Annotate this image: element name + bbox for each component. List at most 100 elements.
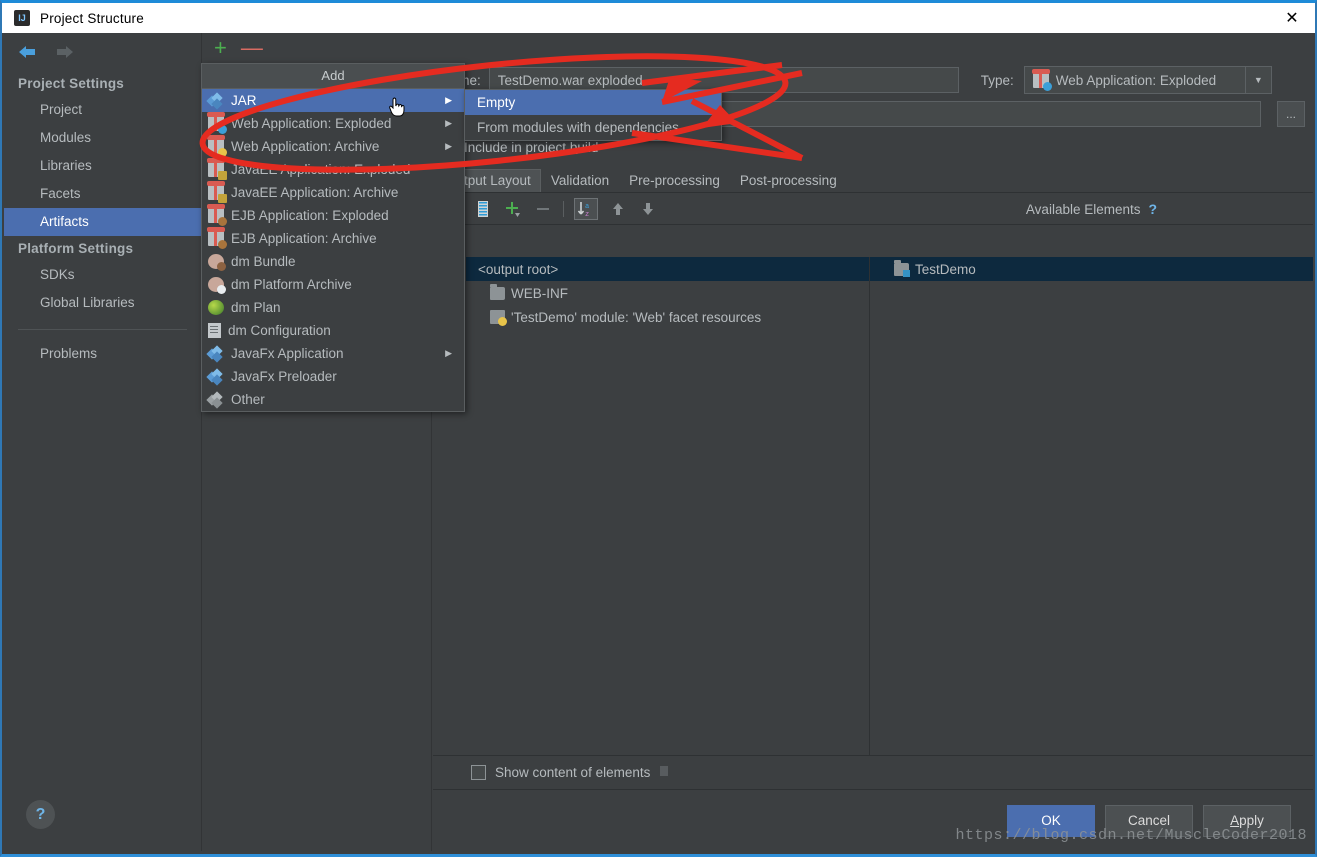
menu-item-label: Web Application: Archive: [231, 139, 379, 154]
idea-icon: IJ: [14, 10, 30, 26]
available-elements-title: Available Elements: [1026, 202, 1141, 217]
close-icon[interactable]: ✕: [1269, 3, 1315, 33]
output-layout-tree[interactable]: <output root> WEB-INF 'TestDemo' module:…: [466, 257, 870, 755]
web-facet-icon: [490, 310, 505, 324]
submenu-item-empty[interactable]: Empty: [465, 90, 721, 115]
sidebar-section-platform-settings: Platform Settings: [4, 236, 201, 261]
sidebar-item-project[interactable]: Project: [4, 96, 201, 124]
menu-item-ejb-application-exploded[interactable]: EJB Application: Exploded: [202, 204, 464, 227]
menu-item-other[interactable]: Other: [202, 388, 464, 411]
javafx-icon: [208, 347, 224, 361]
tree-node-label: 'TestDemo' module: 'Web' facet resources: [511, 310, 761, 325]
tree-node-testdemo[interactable]: TestDemo: [870, 257, 1313, 281]
menu-item-jar[interactable]: JAR ▶: [202, 89, 464, 112]
available-elements-help-icon[interactable]: ?: [1149, 201, 1158, 217]
chevron-down-icon[interactable]: ▼: [1245, 67, 1271, 93]
show-content-info-icon: [659, 765, 669, 780]
submenu-arrow-icon: ▶: [445, 141, 452, 152]
include-in-build-label: Include in project build: [464, 140, 598, 155]
sidebar-item-modules[interactable]: Modules: [4, 124, 201, 152]
help-icon[interactable]: ?: [26, 800, 55, 829]
submenu-item-from-modules[interactable]: From modules with dependencies...: [465, 115, 721, 140]
tree-node-web-facet-resources[interactable]: 'TestDemo' module: 'Web' facet resources: [466, 305, 869, 329]
move-down-icon[interactable]: [638, 199, 658, 219]
sidebar-item-global-libraries[interactable]: Global Libraries: [4, 289, 201, 317]
sidebar-item-facets[interactable]: Facets: [4, 180, 201, 208]
other-icon: [208, 393, 224, 407]
add-artifact-button[interactable]: +: [214, 37, 227, 59]
jar-submenu: Empty From modules with dependencies...: [464, 89, 722, 141]
show-content-row[interactable]: Show content of elements: [433, 755, 1313, 789]
watermark: https://blog.csdn.net/MuscleCoder2018: [955, 827, 1307, 844]
show-content-label: Show content of elements: [495, 765, 650, 780]
submenu-arrow-icon: ▶: [445, 348, 452, 359]
menu-item-dm-configuration[interactable]: dm Configuration: [202, 319, 464, 342]
submenu-arrow-icon: ▶: [445, 95, 452, 106]
add-dropdown-icon[interactable]: [503, 199, 523, 219]
tab-post-processing[interactable]: Post-processing: [730, 169, 847, 192]
javaee-exploded-icon: [208, 162, 224, 177]
archive-icon[interactable]: [473, 199, 493, 219]
nav-arrows: [4, 33, 201, 71]
add-menu-title: Add: [202, 64, 464, 89]
menu-item-label: JavaFx Preloader: [231, 369, 337, 384]
sidebar-item-problems[interactable]: Problems: [4, 340, 201, 368]
menu-item-dm-bundle[interactable]: dm Bundle: [202, 250, 464, 273]
remove-icon[interactable]: [533, 199, 553, 219]
menu-item-web-application-exploded[interactable]: Web Application: Exploded ▶: [202, 112, 464, 135]
menu-item-label: Web Application: Exploded: [231, 116, 391, 131]
ejb-archive-icon: [208, 231, 224, 246]
menu-item-javaee-application-archive[interactable]: JavaEE Application: Archive: [202, 181, 464, 204]
tree-node-label: TestDemo: [915, 262, 976, 277]
project-structure-dialog: IJ Project Structure ✕ Project Settings …: [0, 0, 1317, 857]
tree-node-label: <output root>: [478, 262, 558, 277]
javaee-archive-icon: [208, 185, 224, 200]
forward-arrow-icon[interactable]: [54, 43, 76, 61]
detail-tabs: Output Layout Validation Pre-processing …: [433, 167, 1313, 193]
sidebar-section-project-settings: Project Settings: [4, 71, 201, 96]
menu-item-label: JavaFx Application: [231, 346, 344, 361]
back-arrow-icon[interactable]: [16, 43, 38, 61]
sidebar-item-libraries[interactable]: Libraries: [4, 152, 201, 180]
add-artifact-menu: Add JAR ▶ Web Application: Exploded ▶ We…: [201, 63, 465, 412]
move-up-icon[interactable]: [608, 199, 628, 219]
web-exploded-icon: [208, 116, 224, 131]
menu-item-javaee-application-exploded[interactable]: JavaEE Application: Exploded: [202, 158, 464, 181]
menu-item-label: Other: [231, 392, 265, 407]
dm-plan-icon: [208, 300, 224, 315]
remove-artifact-button[interactable]: —: [241, 37, 263, 59]
dm-configuration-icon: [208, 323, 221, 338]
menu-item-ejb-application-archive[interactable]: EJB Application: Archive: [202, 227, 464, 250]
svg-text:z: z: [585, 211, 589, 217]
submenu-arrow-icon: ▶: [445, 118, 452, 129]
dm-platform-archive-icon: [208, 277, 224, 292]
artifact-detail-panel: Name: TestDemo.war exploded Type: Web Ap…: [433, 63, 1313, 851]
menu-item-javafx-application[interactable]: JavaFx Application ▶: [202, 342, 464, 365]
tree-node-web-inf[interactable]: WEB-INF: [466, 281, 869, 305]
browse-button[interactable]: ...: [1277, 101, 1305, 127]
title-bar: IJ Project Structure ✕: [2, 3, 1315, 33]
tab-validation[interactable]: Validation: [541, 169, 619, 192]
artifact-type-select[interactable]: Web Application: Exploded ▼: [1024, 66, 1272, 94]
menu-item-dm-plan[interactable]: dm Plan: [202, 296, 464, 319]
sidebar-item-sdks[interactable]: SDKs: [4, 261, 201, 289]
tree-node-output-root[interactable]: <output root>: [466, 257, 869, 281]
available-elements-tree[interactable]: TestDemo: [870, 257, 1313, 755]
javafx-icon: [208, 370, 224, 384]
jar-icon: [208, 94, 224, 108]
sidebar-item-artifacts[interactable]: Artifacts: [4, 208, 201, 236]
menu-item-web-application-archive[interactable]: Web Application: Archive ▶: [202, 135, 464, 158]
ejb-exploded-icon: [208, 208, 224, 223]
show-content-checkbox[interactable]: [471, 765, 486, 780]
menu-item-label: dm Configuration: [228, 323, 331, 338]
tab-pre-processing[interactable]: Pre-processing: [619, 169, 730, 192]
menu-item-javafx-preloader[interactable]: JavaFx Preloader: [202, 365, 464, 388]
menu-item-dm-platform-archive[interactable]: dm Platform Archive: [202, 273, 464, 296]
svg-text:a: a: [585, 203, 589, 211]
tree-node-label: WEB-INF: [511, 286, 568, 301]
layout-panes: <output root> WEB-INF 'TestDemo' module:…: [433, 257, 1313, 755]
module-folder-icon: [894, 263, 909, 276]
menu-item-label: JavaEE Application: Archive: [231, 185, 398, 200]
sort-az-icon[interactable]: az: [574, 198, 598, 220]
type-row: Type: Web Application: Exploded ▼: [981, 66, 1272, 94]
